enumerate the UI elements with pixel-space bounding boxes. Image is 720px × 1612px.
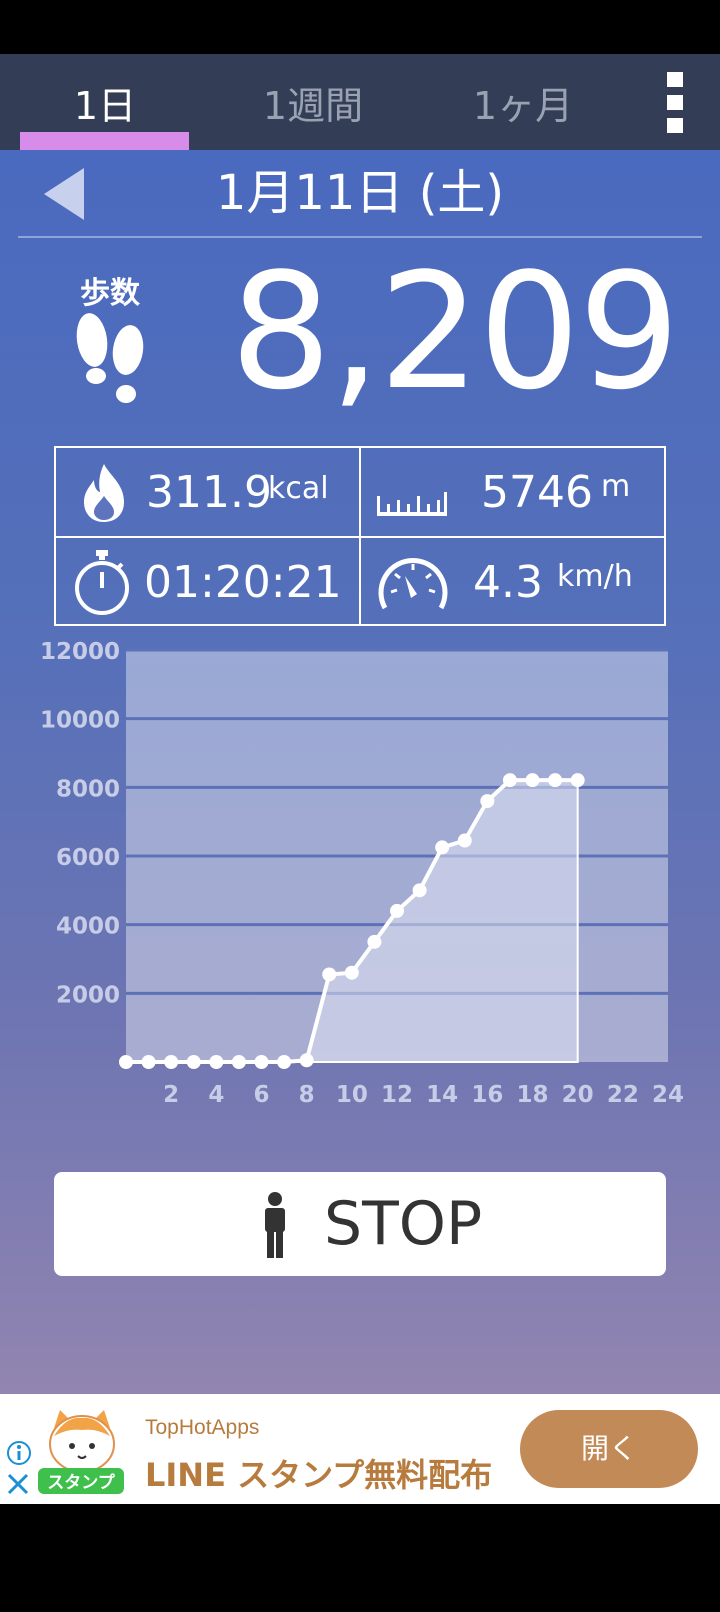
calories-value: 311.9 [146, 467, 272, 518]
chart-data-point [277, 1055, 292, 1069]
ad-image-text: スタンプ [47, 1472, 115, 1493]
status-bar [0, 0, 720, 54]
steps-label: 歩数 [80, 276, 140, 311]
chart-data-point [254, 1055, 269, 1069]
chart-x-tick-label: 8 [299, 1082, 315, 1108]
chart-data-point [367, 934, 382, 949]
stop-button[interactable]: STOP [54, 1172, 666, 1276]
distance-value: 5746 [481, 467, 593, 518]
chart-x-tick-label: 24 [652, 1082, 684, 1108]
back-arrow-icon[interactable] [44, 168, 86, 220]
ad-advertiser: TopHotApps [145, 1416, 260, 1439]
tab-month[interactable]: 1ヶ月 [428, 54, 618, 150]
chart-y-tick-label: 8000 [56, 776, 120, 802]
chart-x-tick-label: 18 [516, 1082, 548, 1108]
chart-y-tick-label: 2000 [56, 982, 120, 1008]
ad-headline: LINE スタンプ無料配布 [145, 1456, 493, 1494]
chart-y-tick-label: 10000 [40, 708, 120, 734]
chart-y-tick-label: 12000 [40, 640, 120, 665]
chart-data-point [299, 1053, 314, 1068]
ad-cat-image: スタンプ [38, 1410, 124, 1494]
person-icon [265, 1192, 285, 1258]
chart-data-point [344, 965, 359, 980]
tab-week[interactable]: 1週間 [218, 54, 408, 150]
navigation-bar [0, 1504, 720, 1612]
speed-value: 4.3 [473, 557, 543, 608]
chart-x-tick-label: 6 [253, 1082, 269, 1108]
speedometer-icon [378, 558, 448, 610]
tab-bar: 1日 1週間 1ヶ月 [0, 54, 720, 150]
chart-data-point [525, 773, 540, 788]
chart-data-point [457, 833, 472, 848]
chart-data-point [412, 883, 427, 898]
chart-data-point [480, 794, 495, 809]
chart-x-tick-label: 20 [562, 1082, 594, 1108]
info-icon[interactable] [6, 1440, 32, 1466]
chart-data-point [164, 1055, 179, 1069]
stats-grid: 311.9 kcal 5746 m 01:20:21 4.3 km/h [54, 446, 666, 626]
chart-x-tick-label: 12 [381, 1082, 413, 1108]
time-value: 01:20:21 [144, 557, 342, 608]
steps-chart: 200040006000800010000120002 4 6 8 10 12 14 16 18… [40, 640, 684, 1108]
footprints-icon [76, 313, 144, 403]
ad-banner[interactable]: スタンプ TopHotApps LINE スタンプ無料配布 開く [0, 1394, 720, 1504]
close-icon[interactable] [6, 1472, 30, 1496]
chart-data-point [141, 1055, 156, 1069]
chart-data-point [231, 1055, 246, 1069]
chart-data-point [435, 840, 450, 855]
chart-data-point [186, 1055, 201, 1069]
calories-unit: kcal [268, 471, 329, 506]
main-panel: 1月11日 (土) 歩数 8,209 311.9 kcal 5746 m 01:… [0, 150, 720, 1394]
chart-data-point [390, 903, 404, 918]
calories-cell: 311.9 kcal [56, 448, 360, 537]
chart-x-tick-label: 14 [426, 1082, 458, 1108]
speed-unit: km/h [557, 559, 633, 594]
chart-x-tick-label: 22 [607, 1082, 639, 1108]
chart-y-tick-label: 6000 [56, 845, 120, 871]
flame-icon [84, 464, 124, 522]
chart-y-tick-label: 4000 [56, 914, 120, 940]
chart-data-point [570, 773, 585, 788]
chart-x-tick-label: 16 [471, 1082, 503, 1108]
chart-data-point [119, 1055, 133, 1069]
time-cell: 01:20:21 [56, 538, 360, 627]
distance-unit: m [601, 469, 631, 504]
chart-x-tick-label: 10 [336, 1082, 368, 1108]
stop-label: STOP [324, 1189, 483, 1259]
chart-x-tick-label: 2 [163, 1082, 179, 1108]
chart-data-point [209, 1055, 224, 1069]
chart-data-point [502, 773, 517, 788]
stopwatch-icon [75, 550, 129, 615]
chart-data-point [322, 967, 337, 982]
distance-cell: 5746 m [361, 448, 665, 537]
steps-count: 8,209 [230, 238, 680, 425]
chart-data-point [548, 773, 563, 788]
speed-cell: 4.3 km/h [361, 538, 665, 627]
chart-x-tick-label: 4 [208, 1082, 224, 1108]
ruler-icon [377, 492, 447, 516]
tab-indicator [20, 132, 189, 150]
overflow-menu-icon[interactable] [660, 72, 690, 134]
ad-open-button[interactable]: 開く [520, 1410, 698, 1488]
date-title: 1月11日 (土) [215, 165, 505, 221]
